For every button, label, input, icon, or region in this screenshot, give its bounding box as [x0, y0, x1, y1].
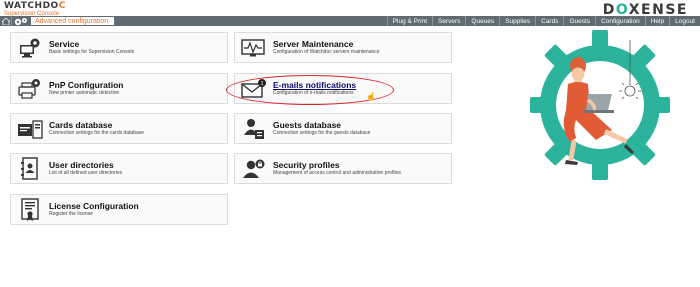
card-title: PnP Configuration: [49, 79, 124, 90]
server-monitor-icon: [235, 32, 273, 63]
nav-plug-print[interactable]: Plug & Print: [386, 16, 432, 26]
card-title: Cards database: [49, 119, 113, 130]
card-guests-database[interactable]: Guests database Connection settings for …: [234, 113, 452, 144]
nav-servers[interactable]: Servers: [432, 16, 465, 26]
card-description: Connection settings for the cards databa…: [49, 129, 145, 136]
card-service[interactable]: Service Basic settings for Supervision C…: [10, 32, 228, 63]
card-title: License Configuration: [49, 200, 139, 211]
address-book-icon: [11, 153, 49, 184]
card-pnp-configuration[interactable]: PnP Configuration New printer automatic …: [10, 73, 228, 104]
card-cards-database[interactable]: Cards database Connection settings for t…: [10, 113, 228, 144]
user-lock-icon: [235, 153, 273, 184]
card-description: List of all defined user directories: [49, 169, 123, 176]
nav-logout[interactable]: Logout: [669, 16, 700, 26]
card-description: Management of access control and adminis…: [273, 169, 401, 176]
card-title: Guests database: [273, 119, 342, 130]
card-server-maintenance[interactable]: Server Maintenance Configuration of Watc…: [234, 32, 452, 63]
certificate-icon: [11, 194, 49, 225]
printer-gear-icon: [11, 73, 49, 104]
home-icon[interactable]: [0, 16, 12, 26]
nav-cards[interactable]: Cards: [535, 16, 563, 26]
card-title: Server Maintenance: [273, 38, 354, 49]
card-description: New printer automatic detection: [49, 89, 120, 96]
nav-configuration[interactable]: Configuration: [595, 16, 645, 26]
card-description: Configuration of Watchdoc servers mainte…: [273, 48, 380, 55]
watchdoc-logo: WATCHDOC Supervision Console: [4, 1, 66, 18]
card-title: User directories: [49, 159, 114, 170]
card-reader-icon: [11, 113, 49, 144]
nav-guests[interactable]: Guests: [563, 16, 595, 26]
gear-woman-illustration: [530, 30, 670, 180]
nav-queues[interactable]: Queues: [465, 16, 499, 26]
hand-cursor-icon: ☝: [366, 92, 376, 101]
breadcrumb: Advanced configuration: [30, 16, 116, 26]
top-navigation-bar: Advanced configuration Plug & Print Serv…: [0, 16, 700, 26]
gear-pc-icon: [11, 32, 49, 63]
gears-icon: [12, 16, 30, 26]
watchdoc-wordmark: WATCHDOC: [4, 1, 66, 11]
guest-db-icon: [235, 113, 273, 144]
card-title: Service: [49, 38, 80, 49]
card-description: Register the license: [49, 210, 93, 217]
card-user-directories[interactable]: User directories List of all defined use…: [10, 153, 228, 184]
card-description: Basic settings for Supervision Console: [49, 48, 135, 55]
nav-help[interactable]: Help: [644, 16, 669, 26]
card-description: Connection settings for the guests datab…: [273, 129, 371, 136]
nav-supplies[interactable]: Supplies: [499, 16, 535, 26]
card-security-profiles[interactable]: Security profiles Management of access c…: [234, 153, 452, 184]
main-menu: Plug & Print Servers Queues Supplies Car…: [386, 16, 700, 26]
card-title: Security profiles: [273, 159, 340, 170]
card-license-configuration[interactable]: License Configuration Register the licen…: [10, 194, 228, 225]
